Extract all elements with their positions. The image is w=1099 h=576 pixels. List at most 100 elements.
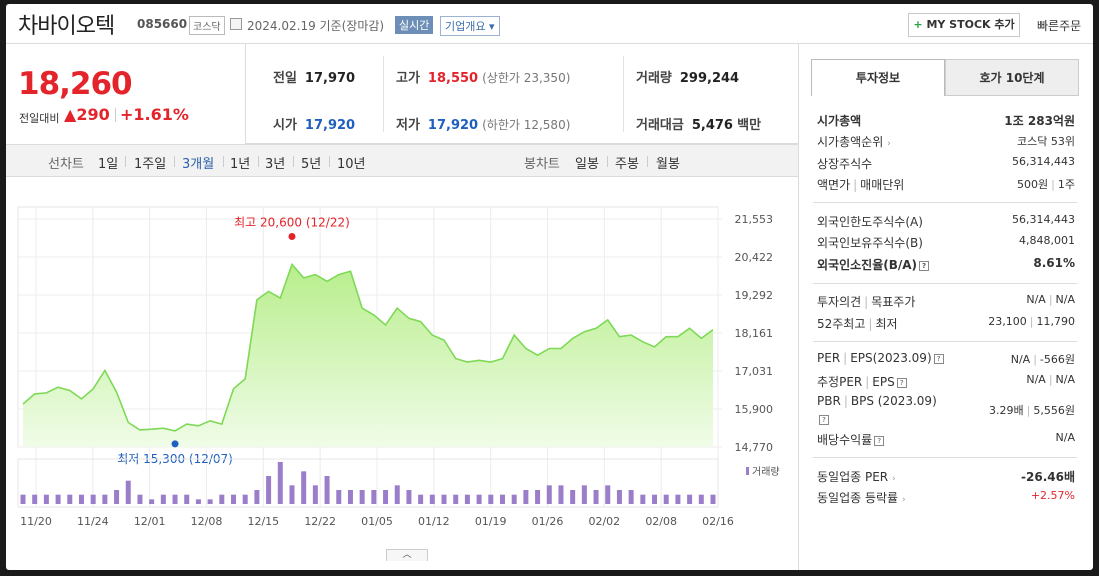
per-text: PER xyxy=(817,351,841,365)
period-5y[interactable]: 5년 xyxy=(301,153,321,172)
volume-bar xyxy=(301,471,307,504)
period-1y[interactable]: 1년 xyxy=(230,153,250,172)
shares-row: 상장주식수 56,314,443 xyxy=(817,155,1075,173)
dividend-row: 배당수익률? N/A xyxy=(817,431,1075,449)
x-tick-label: 01/12 xyxy=(418,515,450,528)
volume-bar xyxy=(558,485,564,504)
opinion-val: N/A xyxy=(1026,293,1046,306)
stock-code: 085660 xyxy=(137,17,188,31)
market-cap-row: 시가총액 1조 283억원 xyxy=(817,112,1075,130)
divider xyxy=(115,108,116,122)
candle-daily[interactable]: 일봉 xyxy=(575,153,599,172)
market-badge: 코스닥 xyxy=(189,16,225,35)
period-3m[interactable]: 3개월 xyxy=(182,153,214,172)
market-cap-value: 1조 283억원 xyxy=(1004,114,1075,128)
line-chart-label[interactable]: 선차트 xyxy=(48,153,84,172)
face-label: 액면가 xyxy=(817,178,851,192)
period-3y[interactable]: 3년 xyxy=(265,153,285,172)
sector-per-label: 동일업종 PER › xyxy=(817,468,896,485)
sector-change-row[interactable]: 동일업종 등락률 › +2.57% xyxy=(817,489,1075,507)
period-1d[interactable]: 1일 xyxy=(98,153,118,172)
est-per-label: 추정PER | EPS? xyxy=(817,373,907,390)
x-tick-label: 01/19 xyxy=(475,515,507,528)
collapse-chart-button[interactable]: ︿ xyxy=(386,549,428,561)
trade-amount-value: 5,476 xyxy=(691,118,733,133)
quote-grid: 전일 17,970 고가 18,550 (상한가 23,350) 거래량 299,244… xyxy=(246,44,798,144)
volume-label: 거래량 xyxy=(636,71,672,86)
eps-text: EPS(2023.09) xyxy=(850,351,932,365)
mystock-label: MY STOCK 추가 xyxy=(926,18,1015,31)
volume-bar xyxy=(231,494,237,504)
volume-bar xyxy=(581,485,587,504)
volume-bar xyxy=(710,494,716,504)
pbr-help-row: ? xyxy=(817,412,1075,430)
low-value: 17,920 xyxy=(427,118,479,133)
tab-investment-info[interactable]: 투자정보 xyxy=(811,59,945,96)
stock-header: 차바이오텍 085660 코스닥 2024.02.19 기준(장마감) 실시간 … xyxy=(6,4,1093,44)
volume-bar xyxy=(90,494,96,504)
per-row: PER | EPS(2023.09)? N/A | -566원 xyxy=(817,351,1075,369)
volume-bar xyxy=(535,490,541,504)
pbr-label: PBR | BPS (2023.09) xyxy=(817,394,937,408)
divider xyxy=(623,56,624,132)
divider xyxy=(223,156,224,167)
candle-weekly[interactable]: 주봉 xyxy=(615,153,639,172)
week52-low-val: 11,790 xyxy=(1036,315,1076,328)
volume-bar xyxy=(406,490,412,504)
volume-bar xyxy=(593,490,599,504)
company-overview-dropdown[interactable]: 기업개요 ▾ xyxy=(440,16,500,36)
candle-chart-label[interactable]: 봉차트 xyxy=(524,153,560,172)
realtime-button[interactable]: 실시간 xyxy=(395,16,434,34)
info-tabs: 투자정보 호가 10단계 xyxy=(811,59,1079,96)
plus-icon: + xyxy=(913,18,923,31)
per-value: N/A | -566원 xyxy=(1010,353,1075,366)
help-icon[interactable]: ? xyxy=(896,377,907,388)
high-label: 고가 xyxy=(396,71,420,86)
x-tick-label: 12/22 xyxy=(304,515,336,528)
divider xyxy=(813,457,1077,458)
chevron-right-icon: › xyxy=(887,139,891,149)
divider xyxy=(647,156,648,167)
chevron-up-icon: ︿ xyxy=(402,550,412,560)
high-label: 최고 20,600 (12/22) xyxy=(234,215,350,229)
up-triangle-icon: ▲ xyxy=(64,105,77,124)
volume-bar xyxy=(149,499,155,504)
opinion-value: N/A | N/A xyxy=(1026,293,1075,306)
volume-bar xyxy=(488,494,494,504)
x-tick-label: 02/08 xyxy=(645,515,677,528)
volume-bar xyxy=(324,476,330,504)
candle-monthly[interactable]: 월봉 xyxy=(656,153,680,172)
week52-high-text: 52주최고 xyxy=(817,317,866,331)
per-label: PER | EPS(2023.09)? xyxy=(817,351,944,365)
volume-bar xyxy=(266,476,272,504)
tab-order-book[interactable]: 호가 10단계 xyxy=(945,59,1079,96)
change-amount: ▲290 xyxy=(64,105,110,124)
add-mystock-button[interactable]: + MY STOCK 추가 xyxy=(908,13,1020,37)
volume-bar xyxy=(663,494,669,504)
sector-per-row[interactable]: 동일업종 PER › -26.46배 xyxy=(817,468,1075,486)
volume-bar xyxy=(207,499,213,504)
shares-label: 상장주식수 xyxy=(817,157,873,171)
price-chart[interactable]: 21,553 20,422 19,292 18,161 17,031 15,900 14,7… xyxy=(6,177,798,547)
period-1w[interactable]: 1주일 xyxy=(134,153,166,172)
volume-bar xyxy=(114,490,120,504)
volume-bar xyxy=(616,490,622,504)
y-tick-label: 18,161 xyxy=(735,327,774,340)
market-cap-rank-row[interactable]: 시가총액순위 › 코스닥 53위 xyxy=(817,133,1075,151)
help-icon[interactable]: ? xyxy=(819,414,829,425)
help-icon[interactable]: ? xyxy=(874,435,885,446)
volume-bar xyxy=(546,485,552,504)
quick-order-link[interactable]: 빠른주문 xyxy=(1037,17,1081,34)
chart-toolbar: 선차트 1일 1주일 3개월 1년 3년 5년 10년 봉차트 일봉 주봉 월봉 xyxy=(6,144,798,177)
est-per-val: N/A xyxy=(1026,373,1046,386)
divider xyxy=(383,56,384,132)
volume-bar xyxy=(476,494,482,504)
week52-high-val: 23,100 xyxy=(988,315,1027,328)
week52-value: 23,100 | 11,790 xyxy=(988,315,1075,328)
as-of-date: 2024.02.19 기준(장마감) xyxy=(247,19,385,33)
period-10y[interactable]: 10년 xyxy=(337,153,366,172)
help-icon[interactable]: ? xyxy=(933,353,944,364)
foreign-ratio-text: 외국인소진율(B/A) xyxy=(817,258,918,272)
help-icon[interactable]: ? xyxy=(919,260,930,271)
divider xyxy=(293,156,294,167)
